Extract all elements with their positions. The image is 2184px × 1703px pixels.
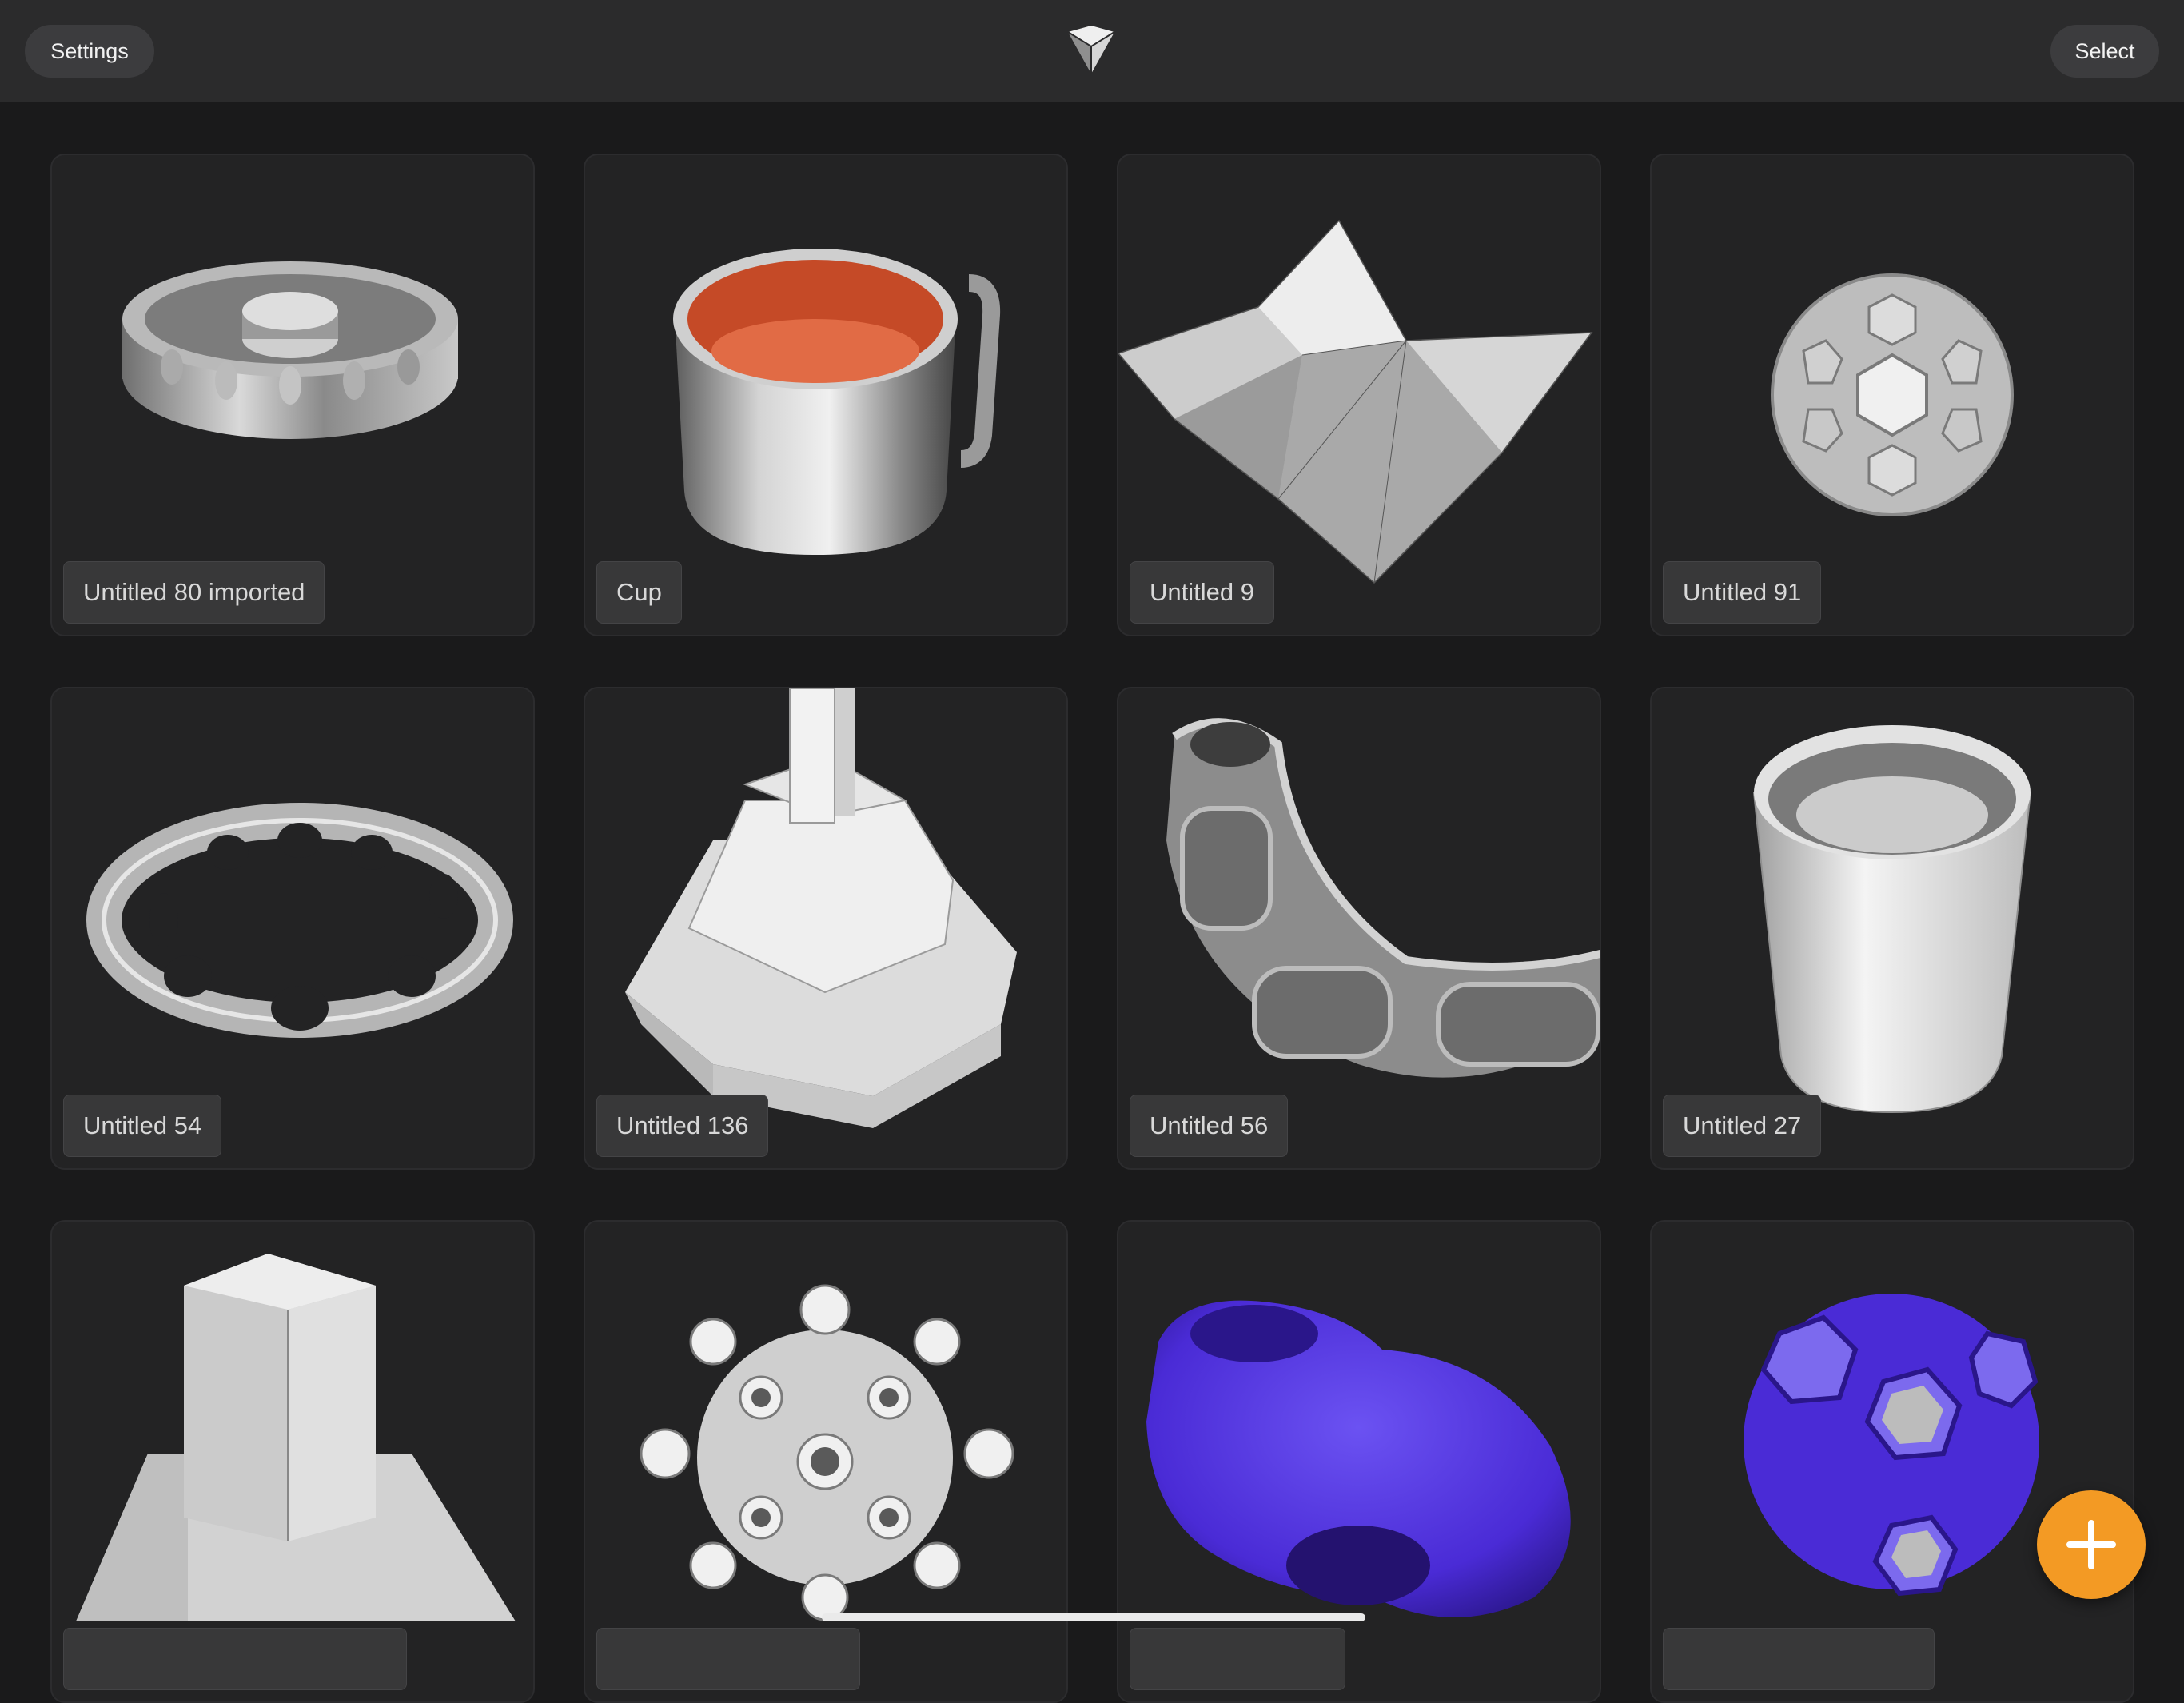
- settings-button[interactable]: Settings: [25, 25, 154, 78]
- gallery-card[interactable]: Untitled 9: [1117, 154, 1601, 636]
- gallery-card[interactable]: [584, 1220, 1068, 1703]
- project-title: Untitled 56: [1130, 1095, 1289, 1157]
- project-title: Untitled 9: [1130, 561, 1274, 624]
- gallery-card[interactable]: Untitled 80 imported: [50, 154, 535, 636]
- gallery-card[interactable]: Untitled 56: [1117, 687, 1601, 1170]
- gallery-card[interactable]: Untitled 136: [584, 687, 1068, 1170]
- project-title: Untitled 91: [1663, 561, 1822, 624]
- gallery-card[interactable]: [50, 1220, 535, 1703]
- select-button[interactable]: Select: [2050, 25, 2159, 78]
- gallery-card[interactable]: [1650, 1220, 2134, 1703]
- project-title: Untitled 80 imported: [63, 561, 325, 624]
- project-title: Cup: [596, 561, 682, 624]
- home-indicator[interactable]: [822, 1613, 1365, 1621]
- gallery-card[interactable]: Untitled 91: [1650, 154, 2134, 636]
- gallery-card[interactable]: Cup: [584, 154, 1068, 636]
- project-title: Untitled 54: [63, 1095, 222, 1157]
- add-project-button[interactable]: [2037, 1490, 2146, 1599]
- app-logo-icon: [1067, 26, 1115, 74]
- top-bar: Settings Select: [0, 0, 2184, 102]
- project-title: Untitled 136: [596, 1095, 769, 1157]
- project-title: Untitled 27: [1663, 1095, 1822, 1157]
- gallery-card[interactable]: [1117, 1220, 1601, 1703]
- gallery-card[interactable]: Untitled 27: [1650, 687, 2134, 1170]
- plus-icon: [2066, 1520, 2116, 1569]
- gallery-card[interactable]: Untitled 54: [50, 687, 535, 1170]
